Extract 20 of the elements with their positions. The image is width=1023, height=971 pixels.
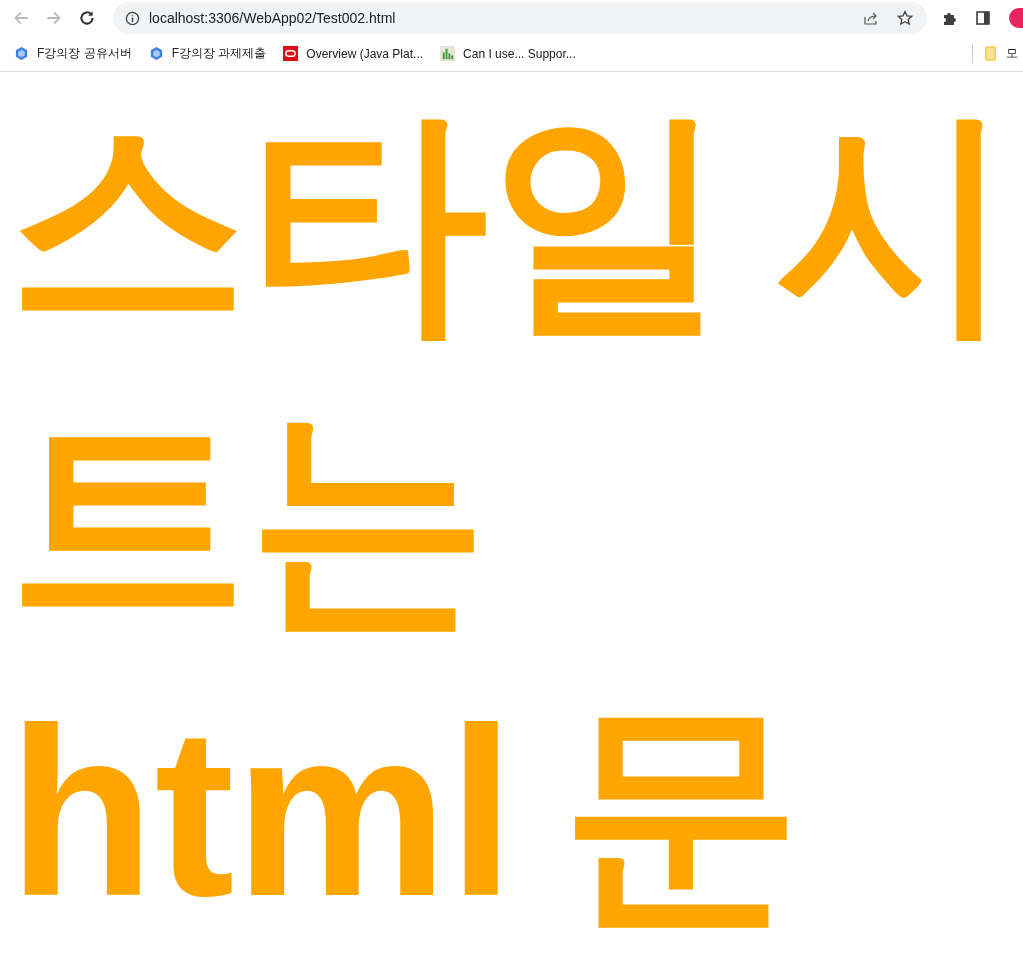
bookmark[interactable]: Overview (Java Plat... xyxy=(283,46,424,61)
star-icon[interactable] xyxy=(897,10,913,26)
info-icon[interactable] xyxy=(125,10,140,26)
oracle-icon xyxy=(283,46,299,61)
address-bar[interactable]: localhost:3306/WebApp02/Test002.html xyxy=(113,2,927,34)
reload-icon[interactable] xyxy=(78,9,96,27)
bookmark[interactable]: F강의장 공유서버 xyxy=(14,45,132,62)
bar-chart-icon xyxy=(440,46,456,61)
folder-icon xyxy=(983,46,998,61)
cube-icon xyxy=(14,46,29,61)
bookmark[interactable]: F강의장 과제제출 xyxy=(148,45,267,62)
page-heading: 스타일 시트는 html 문 xyxy=(8,85,1016,948)
bookmark[interactable]: Can I use... Suppor... xyxy=(440,46,576,61)
cube-icon xyxy=(148,46,164,61)
bookmark-folder[interactable]: 모 xyxy=(983,45,1023,62)
share-icon[interactable] xyxy=(863,10,879,26)
side-panel-icon[interactable] xyxy=(975,10,991,26)
url-text: localhost:3306/WebApp02/Test002.html xyxy=(149,10,397,26)
puzzle-icon[interactable] xyxy=(941,10,957,26)
profile-avatar[interactable] xyxy=(1009,8,1023,28)
